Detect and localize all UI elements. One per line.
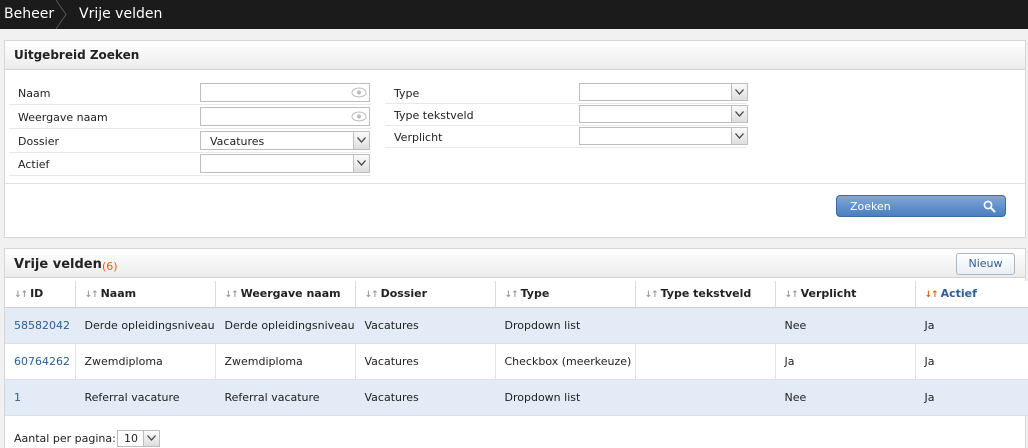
- table-row[interactable]: 1 Referral vacature Referral vacature Va…: [5, 379, 1028, 416]
- cell-naam: Referral vacature: [75, 379, 216, 416]
- weergave-naam-label: Weergave naam: [18, 111, 108, 124]
- chevron-down-icon[interactable]: [143, 431, 159, 446]
- table-row[interactable]: 58582042 Derde opleidingsniveau Derde op…: [5, 307, 1028, 344]
- verplicht-row: Verplicht: [385, 126, 748, 148]
- chevron-down-icon[interactable]: [731, 106, 747, 122]
- breadcrumb: Beheer Vrije velden: [0, 0, 1028, 29]
- cell-weergave-naam: Derde opleidingsniveau: [215, 307, 356, 344]
- cell-verplicht: Nee: [775, 379, 916, 416]
- dossier-select[interactable]: Vacatures: [200, 131, 370, 150]
- weergave-naam-row: Weergave naam: [9, 106, 371, 129]
- sort-icon: ↓↑: [364, 290, 379, 301]
- search-divider: [5, 183, 1025, 184]
- results-table: ↓↑ ID ↓↑ Naam ↓↑ Weergave naam ↓↑ Dossier ↓↑…: [5, 281, 1028, 416]
- cell-actief: Ja: [915, 343, 1028, 380]
- table-row[interactable]: 60764262 Zwemdiploma Zwemdiploma Vacatur…: [5, 343, 1028, 380]
- actief-row: Actief: [9, 153, 371, 176]
- actief-select[interactable]: [200, 154, 370, 173]
- type-label: Type: [394, 87, 420, 100]
- verplicht-select[interactable]: [579, 127, 748, 145]
- column-header-type-tekstveld[interactable]: ↓↑ Type tekstveld: [635, 281, 776, 308]
- naam-row: Naam: [9, 82, 371, 105]
- column-header-verplicht[interactable]: ↓↑ Verplicht: [775, 281, 916, 308]
- cell-dossier: Vacatures: [355, 343, 496, 380]
- sort-icon: ↓↑: [84, 290, 99, 301]
- naam-label: Naam: [18, 87, 51, 100]
- breadcrumb-current: Vrije velden: [79, 6, 163, 22]
- cell-type: Dropdown list: [495, 307, 636, 344]
- results-count-badge: (6): [102, 260, 118, 273]
- column-header-id[interactable]: ↓↑ ID: [5, 281, 76, 308]
- cell-type-tekstveld: [635, 343, 776, 380]
- breadcrumb-separator-icon: [55, 0, 67, 29]
- cell-naam: Derde opleidingsniveau: [75, 307, 216, 344]
- cell-dossier: Vacatures: [355, 307, 496, 344]
- sort-icon: ↓↑: [14, 290, 28, 301]
- naam-input[interactable]: [200, 83, 370, 102]
- eye-icon[interactable]: [351, 87, 367, 98]
- sort-icon: ↓↑: [224, 290, 239, 301]
- eye-icon[interactable]: [351, 111, 367, 122]
- search-panel-header: Uitgebreid Zoeken: [5, 41, 1025, 70]
- page-size-select[interactable]: 10: [117, 430, 160, 447]
- cell-id-link[interactable]: 58582042: [5, 307, 76, 344]
- results-panel-header: Vrije velden (6) Nieuw: [5, 249, 1025, 278]
- sort-icon: ↓↑: [504, 290, 519, 301]
- cell-actief: Ja: [915, 307, 1028, 344]
- weergave-naam-input[interactable]: [200, 107, 370, 126]
- new-button[interactable]: Nieuw: [956, 253, 1015, 275]
- cell-id-link[interactable]: 60764262: [5, 343, 76, 380]
- type-tekstveld-row: Type tekstveld: [385, 104, 748, 126]
- chevron-down-icon[interactable]: [353, 155, 369, 172]
- chevron-down-icon[interactable]: [731, 128, 747, 144]
- type-select[interactable]: [579, 83, 748, 101]
- page-size-label: Aantal per pagina:: [14, 432, 116, 445]
- actief-label: Actief: [18, 158, 50, 171]
- dossier-row: Dossier Vacatures: [9, 130, 371, 153]
- sort-active-icon: ↓↑: [924, 290, 939, 301]
- cell-naam: Zwemdiploma: [75, 343, 216, 380]
- type-tekstveld-select[interactable]: [579, 105, 748, 123]
- type-row: Type: [385, 82, 748, 104]
- sort-icon: ↓↑: [784, 290, 799, 301]
- page-size-value: 10: [124, 432, 138, 445]
- table-header-row: ↓↑ ID ↓↑ Naam ↓↑ Weergave naam ↓↑ Dossier ↓↑…: [5, 281, 1028, 308]
- results-panel: Vrije velden (6) Nieuw ↓↑ ID ↓↑ Naam ↓↑ Wee…: [4, 248, 1028, 448]
- column-header-type[interactable]: ↓↑ Type: [495, 281, 636, 308]
- search-icon: [983, 200, 996, 213]
- results-title: Vrije velden: [14, 257, 102, 272]
- cell-type: Checkbox (meerkeuze): [495, 343, 636, 380]
- cell-dossier: Vacatures: [355, 379, 496, 416]
- dossier-select-value: Vacatures: [210, 135, 265, 148]
- column-header-dossier[interactable]: ↓↑ Dossier: [355, 281, 496, 308]
- cell-verplicht: Nee: [775, 307, 916, 344]
- search-button-label: Zoeken: [850, 200, 891, 213]
- chevron-down-icon[interactable]: [731, 84, 747, 100]
- column-header-weergave-naam[interactable]: ↓↑ Weergave naam: [215, 281, 356, 308]
- type-tekstveld-label: Type tekstveld: [394, 109, 474, 122]
- cell-id-link[interactable]: 1: [5, 379, 76, 416]
- dossier-label: Dossier: [18, 135, 60, 148]
- cell-weergave-naam: Zwemdiploma: [215, 343, 356, 380]
- cell-type-tekstveld: [635, 307, 776, 344]
- cell-type-tekstveld: [635, 379, 776, 416]
- chevron-down-icon[interactable]: [353, 132, 369, 149]
- column-header-actief[interactable]: ↓↑ Actief: [915, 281, 1028, 308]
- search-panel-title: Uitgebreid Zoeken: [14, 48, 140, 62]
- search-panel: Uitgebreid Zoeken Naam Weergave naam Dos…: [4, 40, 1026, 238]
- cell-weergave-naam: Referral vacature: [215, 379, 356, 416]
- cell-actief: Ja: [915, 379, 1028, 416]
- breadcrumb-root[interactable]: Beheer: [4, 6, 54, 22]
- cell-type: Dropdown list: [495, 379, 636, 416]
- cell-verplicht: Ja: [775, 343, 916, 380]
- sort-icon: ↓↑: [644, 290, 659, 301]
- verplicht-label: Verplicht: [394, 131, 443, 144]
- search-button[interactable]: Zoeken: [836, 195, 1006, 217]
- column-header-naam[interactable]: ↓↑ Naam: [75, 281, 216, 308]
